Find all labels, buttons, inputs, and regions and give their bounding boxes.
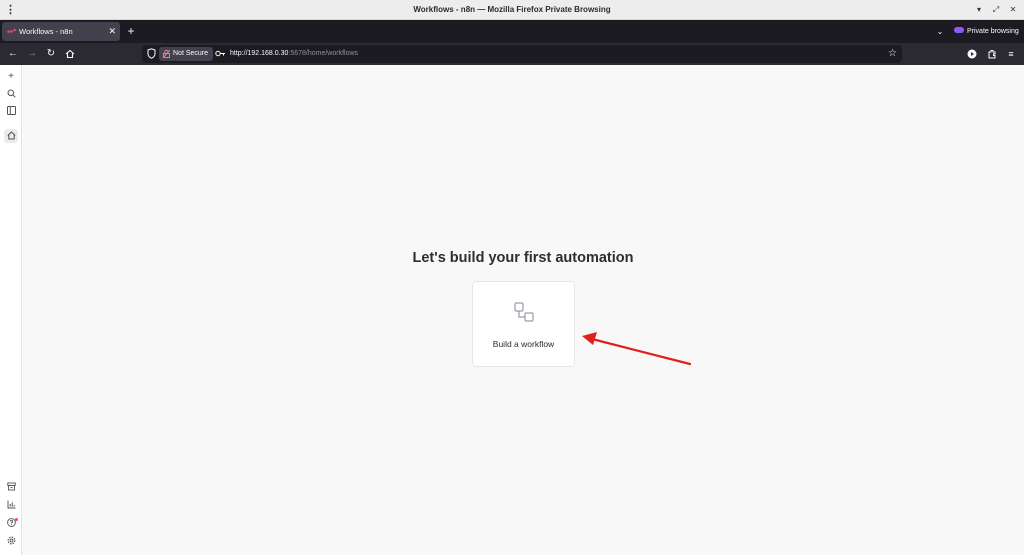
tab-label: Workflows - n8n — [19, 27, 73, 36]
lock-insecure-icon — [163, 50, 170, 58]
back-arrow-icon[interactable]: ← — [6, 43, 20, 65]
n8n-sidebar: + — [0, 65, 22, 555]
workflow-nodes-icon — [514, 302, 534, 322]
tab-strip — [0, 20, 1024, 43]
private-browsing-indicator: Private browsing — [954, 20, 1019, 43]
window-titlebar: ⋮ Workflows - n8n — Mozilla Firefox Priv… — [0, 0, 1024, 20]
key-icon[interactable] — [215, 48, 226, 59]
close-icon[interactable]: ✕ — [1005, 0, 1021, 20]
build-workflow-card[interactable]: Build a workflow — [472, 281, 575, 367]
tab-close-icon[interactable]: ✕ — [108, 22, 116, 41]
page-heading: Let's build your first automation — [412, 250, 634, 266]
build-workflow-label: Build a workflow — [492, 339, 555, 349]
extensions-icon[interactable] — [985, 43, 999, 65]
annotation-arrow — [582, 332, 692, 366]
n8n-favicon — [7, 28, 16, 33]
hamburger-menu-icon[interactable]: ≡ — [1004, 43, 1018, 65]
chevron-down-icon[interactable]: ⌄ — [934, 20, 946, 43]
forward-arrow-icon[interactable]: → — [25, 43, 39, 65]
search-icon[interactable] — [4, 87, 18, 101]
box-icon[interactable] — [4, 480, 18, 494]
plus-icon[interactable]: + — [125, 20, 137, 43]
url-host: http://192.168.0.30 — [230, 50, 289, 57]
pocket-icon[interactable] — [965, 43, 979, 65]
bookmark-star-icon[interactable]: ☆ — [888, 45, 897, 63]
private-label: Private browsing — [967, 28, 1019, 35]
tab-workflows[interactable]: Workflows - n8n ✕ — [2, 22, 120, 41]
window-title: Workflows - n8n — Mozilla Firefox Privat… — [413, 5, 611, 14]
shield-icon[interactable] — [147, 48, 156, 59]
not-secure-label: Not Secure — [173, 50, 209, 57]
private-mask-icon — [954, 27, 964, 34]
url-bar[interactable]: Not Secure http://192.168.0.30:5678/home… — [142, 45, 902, 63]
navigation-toolbar: ← → ↻ Not Secure http://192.168.0.30:567… — [0, 43, 1024, 65]
url-text[interactable]: http://192.168.0.30:5678/home/workflows — [230, 45, 358, 63]
home-icon[interactable] — [4, 129, 18, 143]
url-path: :5678/home/workflows — [288, 50, 359, 57]
bar-chart-icon[interactable] — [4, 498, 18, 512]
plus-icon[interactable]: + — [4, 70, 18, 84]
reload-icon[interactable]: ↻ — [44, 43, 58, 65]
home-icon[interactable] — [63, 43, 77, 65]
gear-icon[interactable] — [4, 534, 18, 548]
panel-icon[interactable] — [4, 104, 18, 118]
notification-dot — [15, 518, 18, 521]
minimize-icon[interactable]: ▾ — [971, 0, 987, 20]
maximize-icon[interactable]: ⤢ — [988, 0, 1004, 20]
not-secure-badge[interactable]: Not Secure — [159, 47, 214, 61]
